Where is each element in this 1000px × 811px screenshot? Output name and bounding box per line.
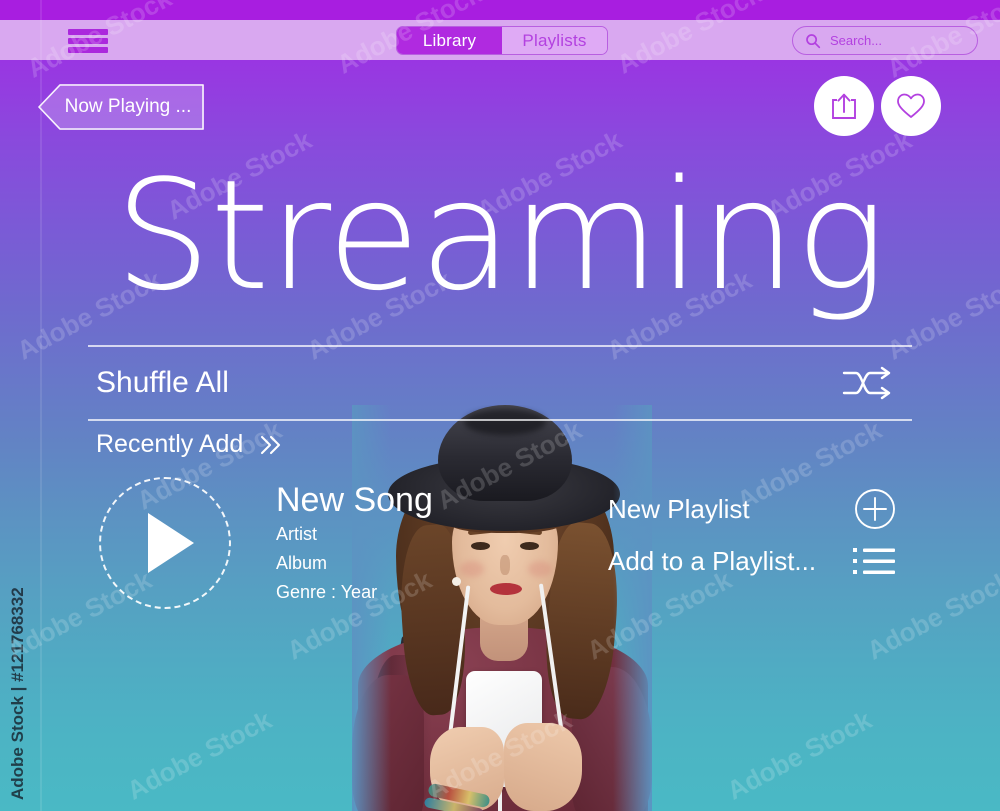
earring [452,577,461,586]
eye-right [520,542,539,550]
shuffle-icon[interactable] [842,366,896,400]
hamburger-bar-3 [68,47,108,53]
stock-watermark-id: Adobe Stock | #121768332 [8,587,27,800]
recently-added-row[interactable]: Recently Add [96,430,283,459]
nose [500,555,510,575]
app-screen: Library Playlists Search... Now Playing … [0,0,1000,811]
eye-left [471,542,490,550]
recently-added-label: Recently Add [96,430,244,458]
tab-library[interactable]: Library [397,27,502,54]
left-sleeve [352,675,424,811]
tile-watermark: Adobe Stock [122,704,277,806]
watermark-rule [40,0,42,811]
hat-dent [464,409,546,435]
new-playlist-label: New Playlist [608,493,750,524]
share-button[interactable] [814,76,874,136]
search-icon [805,33,821,49]
track-title: New Song [276,481,433,519]
play-button[interactable] [99,477,231,609]
track-info: New Song Artist Album Genre : Year [276,482,433,607]
add-to-playlist-label: Add to a Playlist... [608,545,817,576]
tile-watermark: Adobe Stock [722,704,877,806]
now-playing-back-button[interactable]: Now Playing ... [38,84,204,130]
cheek-left [460,561,484,577]
heart-icon [896,92,926,120]
track-album: Album [276,553,328,574]
track-artist: Artist [276,523,318,544]
tab-playlists[interactable]: Playlists [502,27,607,54]
play-icon [148,513,194,573]
hamburger-icon[interactable] [68,29,108,53]
top-accent-strip [0,0,1000,20]
add-to-playlist-row[interactable]: Add to a Playlist... [608,538,896,584]
shuffle-all-row[interactable]: Shuffle All [96,358,896,408]
track-genre-year: Genre : Year [276,582,378,603]
library-playlists-segmented-control[interactable]: Library Playlists [396,26,608,55]
hero-photo-woman-with-phone [352,405,652,811]
new-playlist-row[interactable]: New Playlist [608,486,896,532]
hand-right [504,723,582,811]
double-chevron-right-icon[interactable] [257,433,283,457]
cheek-right [528,561,552,577]
shuffle-all-label: Shuffle All [96,366,229,399]
page-title: Streaming [114,147,887,324]
divider-bottom [88,419,912,421]
search-placeholder: Search... [830,33,883,48]
hamburger-bar-1 [68,29,108,35]
divider-top [88,345,912,347]
like-button[interactable] [881,76,941,136]
plus-circle-icon[interactable] [854,488,896,530]
lips [490,583,522,595]
search-input[interactable]: Search... [792,26,978,55]
list-icon[interactable] [852,544,896,578]
hamburger-bar-2 [68,38,108,44]
share-icon [830,91,858,121]
